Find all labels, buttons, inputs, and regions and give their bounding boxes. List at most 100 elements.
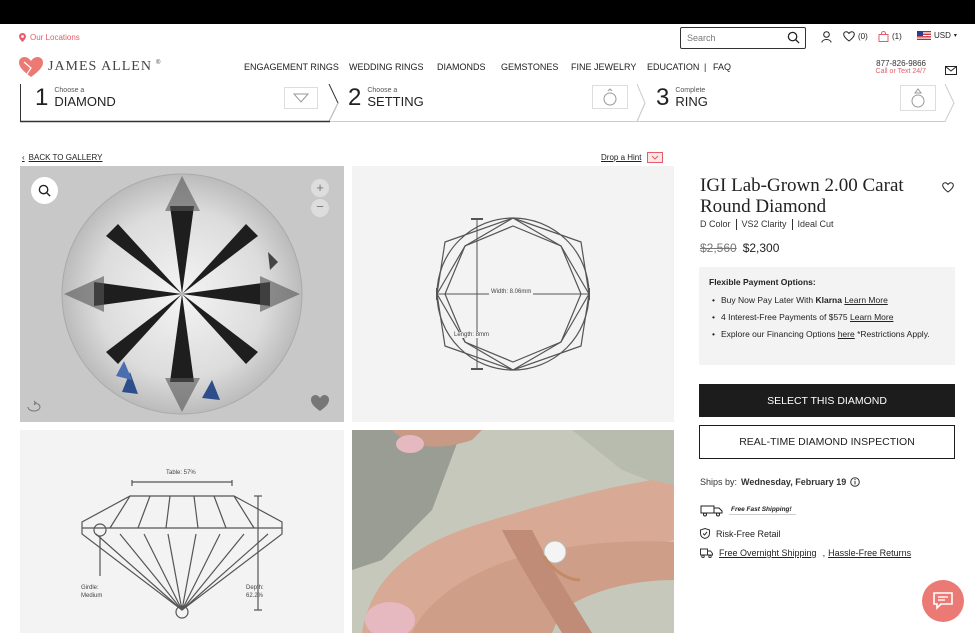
girdle-title: Girdle: xyxy=(81,585,99,591)
wishlist-count: (0) xyxy=(858,32,868,41)
info-icon[interactable] xyxy=(850,477,861,487)
search-input[interactable]: Search xyxy=(680,27,806,49)
ships-label: Ships by: xyxy=(700,477,738,487)
payment-option-financing: Explore our Financing Options here *Rest… xyxy=(709,328,945,340)
magnifier-icon xyxy=(38,184,51,197)
step-number: 2 xyxy=(348,84,362,111)
klarna-learn-more-link[interactable]: Learn More xyxy=(844,295,887,305)
hassle-free-returns-link[interactable]: Hassle-Free Returns xyxy=(828,548,911,558)
chat-bubble-icon xyxy=(933,592,953,610)
james-allen-logo[interactable]: JAMES ALLEN ® xyxy=(18,56,160,78)
diamond-step-icon xyxy=(284,87,318,109)
diamond-photo[interactable]: + − xyxy=(20,166,344,422)
diamond-top-diagram[interactable]: Width: 8.06mm Length: 8mm xyxy=(352,166,674,422)
step-label: DIAMOND xyxy=(54,94,116,109)
truck-icon xyxy=(700,548,713,558)
select-diamond-button[interactable]: SELECT THIS DIAMOND xyxy=(699,384,955,417)
ring-step-icon xyxy=(900,85,936,111)
length-label: Length: 8mm xyxy=(452,332,492,338)
diamond-inspection-button[interactable]: REAL-TIME DIAMOND INSPECTION xyxy=(699,425,955,459)
ships-date: Wednesday, February 19 xyxy=(741,477,847,487)
step-label: SETTING xyxy=(367,94,424,109)
drop-hint-label: Drop a Hint xyxy=(601,153,642,162)
payment-option-klarna: Buy Now Pay Later With Klarna Learn More xyxy=(709,294,945,306)
step-number: 1 xyxy=(35,84,49,111)
installments-text: 4 Interest-Free Payments of $575 xyxy=(721,312,850,322)
nav-diamonds[interactable]: DIAMONDS xyxy=(437,62,486,72)
nav-fine-jewelry[interactable]: FINE JEWELRY xyxy=(571,62,636,72)
risk-free-retail: Risk-Free Retail xyxy=(700,528,781,539)
klarna-brand: Klarna xyxy=(815,295,842,305)
envelope-icon xyxy=(945,66,957,75)
phone-subtext: Call or Text 24/7 xyxy=(875,68,926,75)
favorite-heart-icon[interactable] xyxy=(942,182,954,193)
comma-separator: , xyxy=(822,548,826,558)
account-button[interactable] xyxy=(821,31,832,43)
zoom-in-button[interactable]: + xyxy=(311,179,329,197)
gift-hint-icon xyxy=(647,152,664,163)
ships-by: Ships by: Wednesday, February 19 xyxy=(700,477,861,487)
zoom-button[interactable] xyxy=(31,177,58,204)
hand-ring-photo[interactable] xyxy=(352,430,674,633)
product-specs: D Color VS2 Clarity Ideal Cut xyxy=(700,219,834,230)
financing-text: Explore our Financing Options xyxy=(721,329,838,339)
nav-faq[interactable]: FAQ xyxy=(713,62,731,72)
cart-count: (1) xyxy=(892,32,902,41)
spec-clarity: VS2 Clarity xyxy=(741,219,787,229)
step-diamond[interactable]: 1 Choose a DIAMOND xyxy=(35,84,116,112)
payment-option-installments: 4 Interest-Free Payments of $575 Learn M… xyxy=(709,311,945,323)
our-locations-link[interactable]: Our Locations xyxy=(19,33,80,42)
chevron-down-icon: ▾ xyxy=(953,33,957,39)
nav-gemstones[interactable]: GEMSTONES xyxy=(501,62,558,72)
step-small: Choose a xyxy=(54,87,85,94)
free-fast-shipping-badge: Free Fast Shipping! xyxy=(700,503,796,517)
chevron-left-icon: ‹ xyxy=(22,153,25,162)
spec-color: D Color xyxy=(700,219,731,229)
currency-selector[interactable]: USD ▾ xyxy=(917,31,957,40)
depth-value: 62.2% xyxy=(246,593,264,599)
shipping-returns: Free Overnight Shipping, Hassle-Free Ret… xyxy=(700,548,911,558)
nav-engagement-rings[interactable]: ENGAGEMENT RINGS xyxy=(244,62,339,72)
shopping-bag-icon xyxy=(878,31,889,42)
step-small: Choose a xyxy=(367,87,398,94)
registered-mark: ® xyxy=(155,60,161,66)
installments-learn-more-link[interactable]: Learn More xyxy=(850,312,893,322)
zoom-out-button[interactable]: − xyxy=(311,199,329,217)
heart-logo-watermark-icon xyxy=(311,395,329,411)
our-locations-label: Our Locations xyxy=(30,33,80,42)
fast-shipping-label: Free Fast Shipping! xyxy=(729,506,796,515)
nav-education[interactable]: EDUCATION xyxy=(647,62,699,72)
brand-name: JAMES ALLEN xyxy=(48,59,152,74)
currency-label: USD xyxy=(934,31,951,40)
back-to-gallery-link[interactable]: ‹ BACK TO GALLERY xyxy=(22,153,102,162)
step-ring[interactable]: 3 Complete RING xyxy=(656,84,708,112)
chat-button[interactable] xyxy=(922,580,964,622)
back-link-label: BACK TO GALLERY xyxy=(28,153,103,162)
spec-divider xyxy=(735,219,737,230)
drop-a-hint-link[interactable]: Drop a Hint xyxy=(601,152,664,163)
phone-contact[interactable]: 877-826-9866 Call or Text 24/7 xyxy=(862,59,926,75)
delivery-truck-icon xyxy=(700,505,723,517)
search-icon[interactable] xyxy=(787,31,800,44)
search-placeholder: Search xyxy=(687,33,716,43)
depth-label: Depth: 62.2% xyxy=(246,584,264,600)
overnight-shipping-link[interactable]: Free Overnight Shipping xyxy=(719,548,817,558)
risk-free-label: Risk-Free Retail xyxy=(716,528,781,539)
product-title: IGI Lab-Grown 2.00 Carat Round Diamond xyxy=(700,175,904,217)
step-setting[interactable]: 2 Choose a SETTING xyxy=(348,84,424,112)
email-button[interactable] xyxy=(945,62,957,80)
heart-logo-icon xyxy=(19,57,43,77)
spec-divider xyxy=(791,219,793,230)
financing-here-link[interactable]: here xyxy=(838,329,855,339)
ring-on-hand-image xyxy=(352,430,674,633)
setting-step-icon xyxy=(592,85,628,109)
rotate-360-icon[interactable] xyxy=(26,400,42,414)
cart-button[interactable]: (1) xyxy=(878,31,902,42)
nav-wedding-rings[interactable]: WEDDING RINGS xyxy=(349,62,424,72)
diamond-profile-diagram[interactable]: Table: 57% Girdle: Medium Depth: 62.2% xyxy=(20,430,344,633)
us-flag-icon xyxy=(917,31,931,40)
steps-outline xyxy=(20,84,955,123)
payment-options-box: Flexible Payment Options: Buy Now Pay La… xyxy=(699,267,955,365)
heart-icon xyxy=(843,31,855,42)
wishlist-button[interactable]: (0) xyxy=(843,31,868,42)
